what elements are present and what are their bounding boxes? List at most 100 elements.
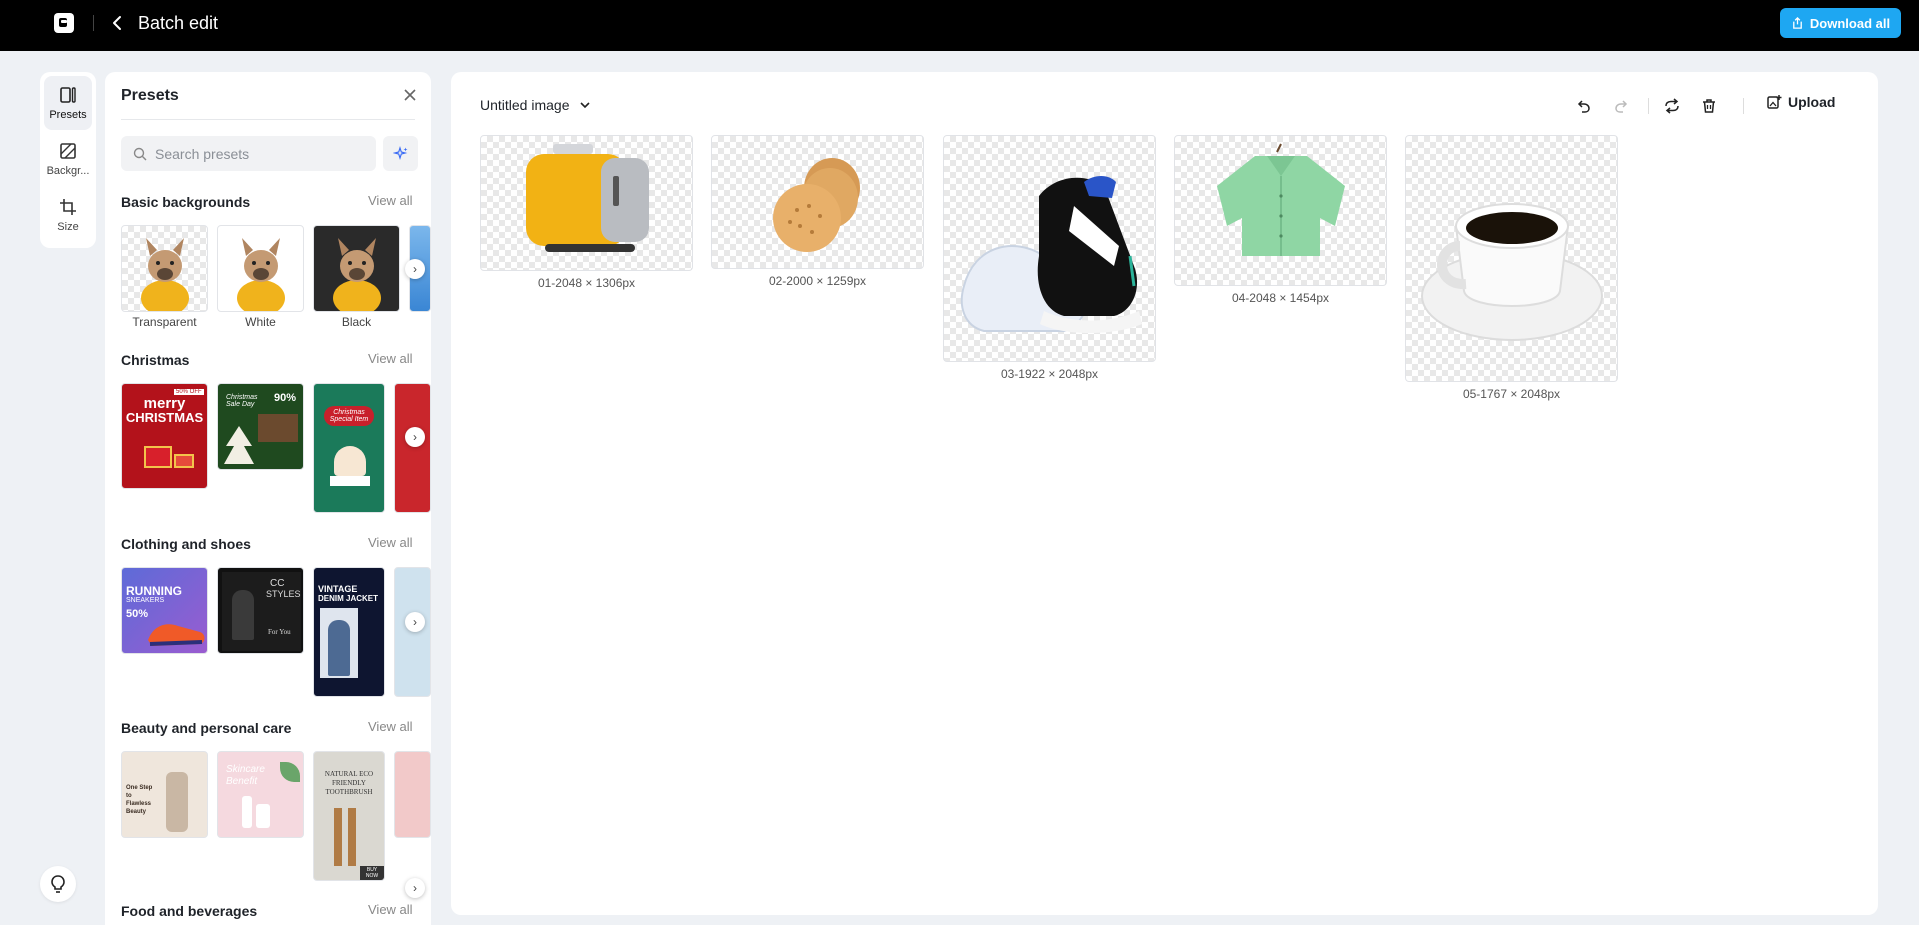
replace-button[interactable] xyxy=(1662,96,1682,116)
image-label-2: 02-2000 × 1259px xyxy=(768,274,867,288)
delete-button[interactable] xyxy=(1699,96,1719,116)
cupcake-image xyxy=(334,446,366,476)
sparkle-icon xyxy=(392,145,407,160)
preset-label-black: Black xyxy=(341,315,372,329)
scroll-right-basic-icon[interactable]: › xyxy=(405,259,425,279)
image-card-shirt[interactable] xyxy=(1174,135,1387,286)
rail-item-background[interactable]: Backgr... xyxy=(44,132,92,186)
rail-item-presets[interactable]: Presets xyxy=(44,76,92,130)
view-all-christmas[interactable]: View all xyxy=(368,351,413,366)
cloth1-line1: RUNNING xyxy=(126,584,182,598)
section-title-beauty: Beauty and personal care xyxy=(121,720,292,736)
tool-rail: Presets Backgr... Size xyxy=(40,72,96,248)
toolbar-divider xyxy=(1648,98,1649,114)
swap-icon xyxy=(1665,98,1679,114)
preset-beauty-4-partial[interactable] xyxy=(394,751,431,838)
preset-clothing-4-partial[interactable] xyxy=(394,567,431,697)
canvas-area: Untitled image Upload 01-2048 × 1306px 0… xyxy=(451,72,1878,915)
image-name-dropdown[interactable]: Untitled image xyxy=(480,97,590,113)
leaf-image xyxy=(280,762,300,782)
preset-christmas-2[interactable]: Christmas Sale Day 90% xyxy=(217,383,304,470)
app-logo-icon[interactable] xyxy=(54,13,74,33)
image-card-sneaker[interactable] xyxy=(943,135,1156,362)
preset-christmas-1[interactable]: merry CHRISTMAS 50% OFF xyxy=(121,383,208,489)
bottle-image xyxy=(166,772,188,832)
undo-icon xyxy=(1577,100,1590,113)
dog-image xyxy=(333,238,381,311)
image-card-coffee[interactable] xyxy=(1405,135,1618,382)
section-title-food: Food and beverages xyxy=(121,903,258,919)
preset-clothing-2[interactable]: CC STYLES For You xyxy=(217,567,304,654)
preset-clothing-3[interactable]: VINTAGE DENIM JACKET xyxy=(313,567,385,697)
beauty1-line4: Beauty xyxy=(126,809,147,815)
cloth2-line2: STYLES xyxy=(266,589,301,599)
image-card-crackers[interactable] xyxy=(711,135,924,269)
xmas1-line2: CHRISTMAS xyxy=(125,410,204,425)
chevron-down-icon xyxy=(579,102,590,109)
preset-christmas-3[interactable]: Christmas Special Item xyxy=(313,383,385,513)
toothbrush-image xyxy=(334,808,342,866)
download-all-label: Download all xyxy=(1809,15,1891,31)
rail-label-presets: Presets xyxy=(49,109,87,121)
crackers-image xyxy=(773,158,860,252)
download-all-button[interactable]: Download all xyxy=(1780,8,1901,38)
preset-beauty-3[interactable]: NATURAL ECO FRIENDLY TOOTHBRUSH BUY NOW xyxy=(313,751,385,881)
search-input[interactable] xyxy=(155,145,355,162)
presets-icon xyxy=(60,87,76,103)
preset-beauty-1[interactable]: One Step to Flawless Beauty xyxy=(121,751,208,838)
beauty1-line1: One Step xyxy=(126,785,153,791)
preset-transparent[interactable] xyxy=(121,225,208,312)
upload-label: Upload xyxy=(1788,94,1836,110)
gift-box-image xyxy=(174,454,194,468)
xmas1-line1: merry xyxy=(143,395,186,412)
beauty3-btn: BUY NOW xyxy=(360,866,384,880)
upload-button[interactable]: Upload xyxy=(1766,94,1835,110)
view-all-basic-backgrounds[interactable]: View all xyxy=(368,193,413,208)
search-box[interactable] xyxy=(121,136,376,171)
rail-item-size[interactable]: Size xyxy=(44,188,92,242)
toaster-image xyxy=(526,144,649,252)
cloth2-line1: CC xyxy=(270,578,285,589)
coffee-cup-image xyxy=(1421,203,1603,341)
preset-clothing-1[interactable]: RUNNING SNEAKERS 50% xyxy=(121,567,208,654)
preset-christmas-4-partial[interactable] xyxy=(394,383,431,513)
trash-icon xyxy=(1703,99,1715,113)
section-title-clothing: Clothing and shoes xyxy=(121,536,251,552)
view-all-clothing[interactable]: View all xyxy=(368,535,413,550)
shirt-image xyxy=(1217,143,1345,256)
preset-beauty-2[interactable]: Skincare Benefit xyxy=(217,751,304,838)
undo-button[interactable] xyxy=(1574,96,1594,116)
scroll-right-beauty-icon[interactable]: › xyxy=(405,878,425,898)
cloth1-line2: SNEAKERS xyxy=(126,597,165,604)
running-shoe-image xyxy=(148,624,205,646)
plate-image xyxy=(330,476,370,486)
dog-image xyxy=(141,238,189,311)
cloth3-line1: VINTAGE xyxy=(318,584,358,594)
scroll-right-christmas-icon[interactable]: › xyxy=(405,427,425,447)
scroll-right-clothing-icon[interactable]: › xyxy=(405,612,425,632)
toolbar-divider xyxy=(1743,98,1744,114)
preset-black[interactable] xyxy=(313,225,400,312)
section-title-basic-backgrounds: Basic backgrounds xyxy=(121,194,251,210)
redo-button[interactable] xyxy=(1611,96,1631,116)
back-chevron-icon[interactable] xyxy=(108,12,128,34)
view-all-food[interactable]: View all xyxy=(368,902,413,917)
ai-generate-button[interactable] xyxy=(383,136,418,171)
image-card-toaster[interactable] xyxy=(480,135,693,271)
jar-image xyxy=(256,804,270,828)
close-icon[interactable] xyxy=(401,86,419,104)
beauty2-line2: Benefit xyxy=(226,776,258,787)
view-all-beauty[interactable]: View all xyxy=(368,719,413,734)
xmas3-script: Christmas Special Item xyxy=(324,406,374,426)
image-label-4: 04-2048 × 1454px xyxy=(1231,291,1330,305)
cloth3-line2: DENIM JACKET xyxy=(318,594,379,603)
header-divider xyxy=(93,15,94,31)
beauty3-line3: TOOTHBRUSH xyxy=(325,788,373,796)
presets-panel: Presets Basic backgrounds View all › Tra… xyxy=(105,72,431,925)
xmas2-text: 90% xyxy=(274,392,297,404)
panel-divider xyxy=(121,119,415,120)
preset-white[interactable] xyxy=(217,225,304,312)
lightbulb-icon xyxy=(51,875,65,893)
sneaker-image xyxy=(960,176,1142,333)
tips-button[interactable] xyxy=(40,866,76,902)
